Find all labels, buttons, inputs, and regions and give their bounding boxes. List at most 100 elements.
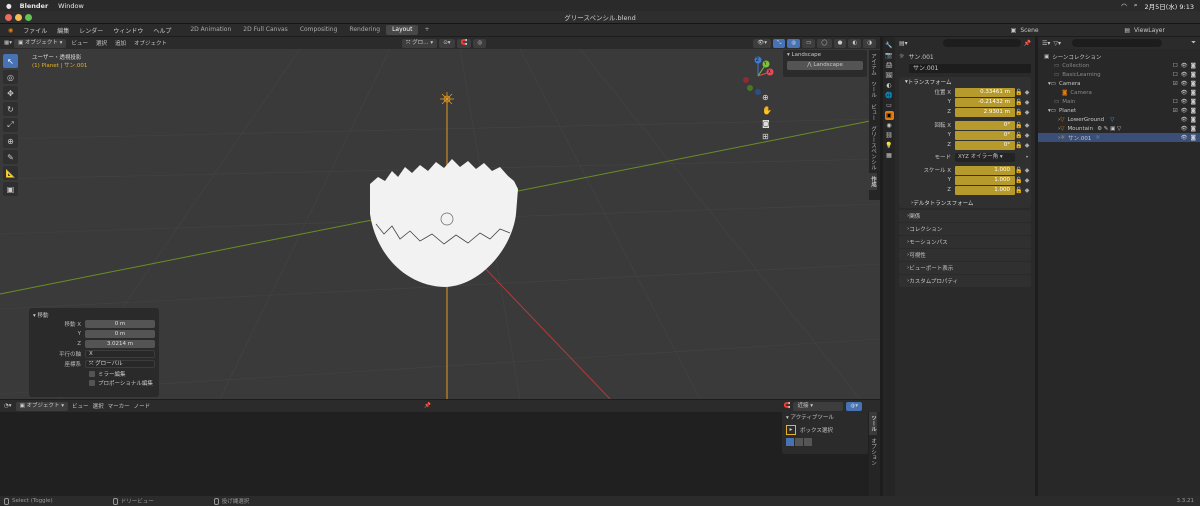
keyframe-icon[interactable]: ◆ [1023, 132, 1031, 139]
outliner-row-collection[interactable]: ▭ Collection ☐ 👁 ◙ [1038, 61, 1200, 70]
pin-icon[interactable]: 📌 [1024, 40, 1031, 47]
keyframe-icon[interactable]: ◆ [1023, 167, 1031, 174]
menu-select[interactable]: 選択 [93, 39, 110, 47]
tab-item[interactable]: アイテム [869, 50, 877, 78]
lock-icon[interactable]: 🔓 [1015, 89, 1023, 96]
tab-bottom-options[interactable]: オプション [869, 435, 877, 469]
node-editor-area[interactable] [0, 412, 880, 496]
physics-props-icon[interactable]: ◉ [885, 121, 894, 130]
outliner-row-camera-object[interactable]: ◙ Camera 👁 ◙ [1038, 88, 1200, 97]
scene-props-icon[interactable]: ◐ [885, 81, 894, 90]
landscape-button[interactable]: ⋀ Landscape [787, 61, 863, 70]
eye-icon[interactable]: 👁 [1181, 117, 1188, 123]
camera-icon[interactable]: ◙ [1191, 72, 1196, 78]
bottom-menu-view[interactable]: ビュー [72, 402, 89, 410]
menu-window[interactable]: ウィンドウ [108, 26, 148, 35]
scale-z-field[interactable]: 1.000 [955, 185, 1015, 195]
camera-icon[interactable]: ◙ [1191, 108, 1196, 114]
snap-magnet-icon[interactable]: 🧲 [784, 403, 791, 409]
rotate-tool-icon[interactable]: ↻ [3, 102, 18, 116]
coord-select[interactable]: ⤧ グローバル [85, 360, 155, 369]
shading-wire-icon[interactable]: ◯ [817, 38, 832, 48]
eye-icon[interactable]: 👁 [1181, 72, 1188, 78]
eye-icon[interactable]: 👁 [1181, 63, 1188, 69]
navigation-gizmo[interactable]: X Y Z [738, 56, 778, 96]
proportional-checkbox[interactable] [89, 380, 95, 386]
tab-view[interactable]: ビュー [869, 101, 877, 124]
axis-select[interactable]: X [85, 350, 155, 359]
mode-subtract-icon[interactable] [804, 438, 812, 446]
camera-icon[interactable]: ◙ [1191, 90, 1196, 96]
xray-icon[interactable]: ▭ [802, 38, 816, 48]
lock-icon[interactable]: 🔓 [1015, 142, 1023, 149]
wifi-icon[interactable]: ◠ [1121, 2, 1127, 10]
outliner-row-main[interactable]: ▭ Main ☐ 👁 ◙ [1038, 97, 1200, 106]
lock-icon[interactable]: 🔓 [1015, 99, 1023, 106]
add-workspace-icon[interactable]: + [418, 25, 435, 35]
move-y-field[interactable]: 0 m [85, 330, 155, 339]
search-icon[interactable]: ⌕ [1134, 1, 1138, 10]
tab-compositing[interactable]: Compositing [294, 25, 344, 35]
snap-target-select[interactable]: 近接 ▾ [793, 401, 844, 411]
eye-icon[interactable]: 👁 [1181, 126, 1188, 132]
shading-render-icon[interactable]: ◑ [863, 38, 876, 48]
close-window-button[interactable] [5, 14, 12, 21]
measure-tool-icon[interactable]: 📐 [3, 166, 18, 180]
rotation-mode-select[interactable]: XYZ オイラー角 ▾ [955, 152, 1015, 162]
outliner-row-basiclearning[interactable]: ▭ BasicLearning ☐ 👁 ◙ [1038, 70, 1200, 79]
keyframe-icon[interactable]: ◆ [1023, 89, 1031, 96]
camera-icon[interactable]: ◙ [1191, 117, 1196, 123]
motion-paths-panel[interactable]: › モーションパス [899, 236, 1031, 248]
snap-icon[interactable]: 🧲 [456, 38, 472, 48]
keyframe-icon[interactable]: ◆ [1023, 187, 1031, 194]
tab-rendering[interactable]: Rendering [343, 25, 386, 35]
eye-icon[interactable]: 👁 [1181, 81, 1188, 87]
tab-bottom-tool[interactable]: ツール [869, 412, 877, 435]
lock-icon[interactable]: 🔓 [1015, 122, 1023, 129]
bottom-mode-selector[interactable]: ▣ オブジェクト ▾ [15, 401, 69, 411]
active-tool-header[interactable]: ▾ アクティブツール [786, 413, 864, 421]
relations-panel[interactable]: › 関係 [899, 210, 1031, 222]
properties-search[interactable] [942, 39, 1021, 47]
editor-type-icon[interactable]: ▦▾ [4, 40, 12, 46]
exclude-checkbox[interactable]: ☑ [1173, 108, 1178, 114]
exclude-checkbox[interactable]: ☐ [1173, 63, 1178, 69]
rotation-z-field[interactable]: 0° [955, 140, 1015, 150]
gizmo-toggle-icon[interactable]: ⤡ [772, 38, 786, 48]
apple-icon[interactable]: ● [6, 2, 12, 10]
zoom-icon[interactable]: ⊕ [762, 93, 772, 102]
camera-view-icon[interactable]: ◙ [762, 119, 772, 128]
visibility-panel[interactable]: › 可視性 [899, 249, 1031, 261]
bottom-pin-icon[interactable]: 📌 [424, 403, 431, 409]
menu-file[interactable]: ファイル [18, 26, 52, 35]
custom-properties-panel[interactable]: › カスタムプロパティ [899, 275, 1031, 287]
bottom-menu-node[interactable]: ノード [134, 402, 151, 410]
pivot-icon[interactable]: ⊙▾ [439, 38, 455, 48]
landscape-header[interactable]: ▾ Landscape [787, 52, 863, 58]
operator-title[interactable]: ▾ 移動 [33, 311, 155, 319]
annotate-tool-icon[interactable]: ✎ [3, 150, 18, 164]
blender-logo-icon[interactable]: ◉ [3, 27, 18, 34]
zoom-window-button[interactable] [25, 14, 32, 21]
mode-new-icon[interactable] [786, 438, 794, 446]
outliner-search[interactable] [1072, 39, 1163, 47]
keyframe-icon[interactable]: ◆ [1023, 99, 1031, 106]
eye-icon[interactable]: 👁 [1181, 99, 1188, 105]
output-props-icon[interactable]: 🖨 [885, 61, 894, 70]
keyframe-icon[interactable]: ◆ [1023, 122, 1031, 129]
clock[interactable]: 2月5日(水) 9:13 [1144, 1, 1194, 11]
transform-header[interactable]: ▾ トランスフォーム [899, 77, 1031, 87]
menu-object[interactable]: オブジェクト [131, 39, 170, 47]
outliner-row-camera-collection[interactable]: ▾ ▭ Camera ☑ 👁 ◙ [1038, 79, 1200, 88]
tab-grease-pencil[interactable]: グリースペンシル [869, 123, 877, 173]
camera-icon[interactable]: ◙ [1191, 63, 1196, 69]
object-name-field[interactable]: サン.001 [909, 64, 1031, 73]
mode-selector[interactable]: ▣ オブジェクト ▾ [13, 38, 67, 48]
mode-extend-icon[interactable] [795, 438, 803, 446]
outliner-row-planet[interactable]: ▾ ▭ Planet ☑ 👁 ◙ [1038, 106, 1200, 115]
camera-icon[interactable]: ◙ [1191, 135, 1196, 141]
view-layer-icon[interactable]: 🖼 [885, 71, 894, 80]
texture-props-icon[interactable]: ▦ [885, 151, 894, 160]
outliner-row-lowerground[interactable]: › ▽ LowerGround ▽ 👁 ◙ [1038, 115, 1200, 124]
shading-solid-icon[interactable]: ● [833, 38, 847, 48]
